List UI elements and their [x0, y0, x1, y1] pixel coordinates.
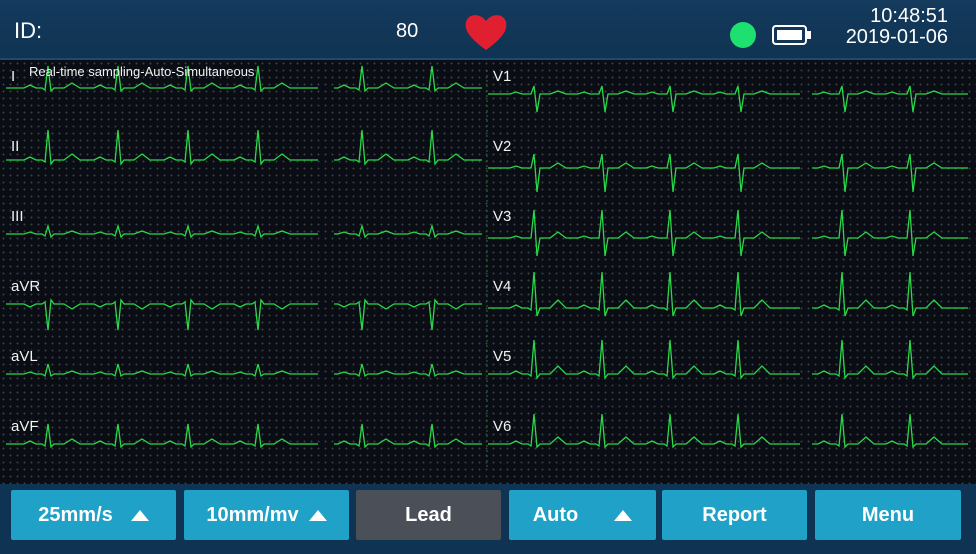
ecg-trace: [488, 209, 800, 257]
gain-button[interactable]: 10mm/mv: [184, 490, 349, 540]
ecg-trace: [812, 339, 968, 380]
lead-label-v4: V4: [493, 278, 512, 295]
ecg-trace: [488, 85, 800, 113]
lead-button[interactable]: Lead: [356, 490, 501, 540]
mode-caption: Real-time sampling-Auto-Simultaneous: [29, 64, 255, 79]
ecg-trace: [488, 153, 800, 193]
ecg-trace: [334, 223, 482, 239]
patient-id-label: ID:: [14, 18, 43, 43]
caret-up-icon: [614, 509, 633, 521]
auto-mode-label: Auto: [532, 503, 579, 526]
lead-label-avl: aVL: [11, 348, 38, 365]
ecg-display: Real-time sampling-Auto-Simultaneous I I…: [0, 60, 976, 484]
lead-label-v1: V1: [493, 68, 512, 85]
caret-up-icon: [130, 509, 149, 521]
ecg-trace: [334, 423, 482, 449]
bottom-toolbar: 25mm/s 10mm/mv Lead Auto Report Menu: [0, 484, 976, 554]
lead-button-label: Lead: [405, 503, 452, 526]
status-bar: ID: 80 10:48:51 2019-01-06: [0, 0, 976, 60]
ecg-trace: [812, 209, 968, 257]
battery-icon: [772, 25, 811, 45]
gain-label: 10mm/mv: [206, 503, 299, 526]
lead-label-avr: aVR: [11, 278, 41, 295]
clock-date: 2019-01-06: [845, 26, 948, 48]
ecg-trace: [812, 413, 968, 449]
ecg-trace: [6, 223, 318, 239]
auto-mode-button[interactable]: Auto: [509, 490, 656, 540]
lead-label-v5: V5: [493, 348, 512, 365]
ecg-traces: [6, 65, 968, 470]
ecg-trace: [812, 271, 968, 317]
lead-label-iii: III: [11, 208, 24, 225]
ecg-trace: [334, 363, 482, 378]
ecg-trace: [334, 65, 482, 93]
ecg-trace: [6, 298, 318, 331]
ecg-trace: [488, 413, 800, 449]
caret-up-icon: [308, 509, 327, 521]
heart-rate-value: 80: [396, 20, 419, 42]
ecg-trace: [6, 363, 318, 378]
lead-label-v3: V3: [493, 208, 512, 225]
connection-status-dot: [730, 22, 756, 48]
clock-time: 10:48:51: [870, 5, 948, 27]
menu-label: Menu: [861, 503, 915, 526]
speed-button[interactable]: 25mm/s: [11, 490, 176, 540]
report-button[interactable]: Report: [662, 490, 807, 540]
clock: 10:48:51 2019-01-06: [828, 6, 948, 48]
lead-label-v6: V6: [493, 418, 512, 435]
lead-label-avf: aVF: [11, 418, 39, 435]
report-label: Report: [702, 503, 767, 526]
heart-icon: [465, 15, 507, 50]
ecg-trace: [6, 129, 318, 166]
speed-label: 25mm/s: [38, 503, 113, 526]
ecg-trace: [488, 271, 800, 317]
ecg-trace: [812, 153, 968, 193]
ecg-trace: [488, 339, 800, 380]
ecg-trace: [812, 85, 968, 113]
lead-label-v2: V2: [493, 138, 512, 155]
ecg-trace: [334, 129, 482, 166]
lead-label-ii: II: [11, 138, 20, 155]
ecg-screen: ID: 80 10:48:51 2019-01-06 Real-time sam…: [0, 0, 976, 554]
lead-label-i: I: [11, 68, 16, 85]
ecg-trace: [334, 298, 482, 331]
ecg-trace: [6, 423, 318, 449]
menu-button[interactable]: Menu: [815, 490, 961, 540]
